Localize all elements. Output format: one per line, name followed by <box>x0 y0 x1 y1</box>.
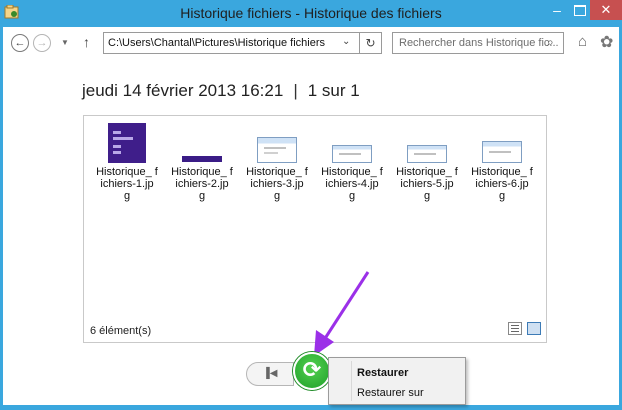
up-arrow-icon[interactable]: ↑ <box>83 34 90 50</box>
window-frame-bottom <box>0 405 622 410</box>
search-input[interactable]: Rechercher dans Historique fic... <box>392 32 564 54</box>
header-separator: | <box>293 81 298 100</box>
history-dropdown-icon[interactable]: ▼ <box>61 38 69 47</box>
file-name: Historique_ fichiers-4.jp g <box>321 166 383 202</box>
file-thumbnail <box>108 123 146 163</box>
address-bar[interactable]: C:\Users\Chantal\Pictures\Historique fic… <box>103 32 360 54</box>
page-indicator: 1 sur 1 <box>307 81 360 100</box>
close-button[interactable]: ✕ <box>590 0 622 20</box>
refresh-icon[interactable]: ↻ <box>360 32 382 54</box>
restore-button[interactable]: ⟳ <box>293 352 331 390</box>
previous-version-button[interactable]: ▐◀ <box>246 362 294 386</box>
gear-icon[interactable]: ✿ <box>600 32 613 52</box>
file-item[interactable]: Historique_ fichiers-5.jp g <box>396 123 458 202</box>
file-item[interactable]: Historique_ fichiers-4.jp g <box>321 123 383 202</box>
menu-item-restore[interactable]: Restaurer <box>357 367 408 379</box>
large-icons-view-icon[interactable] <box>527 322 541 335</box>
annotation-arrow <box>314 271 370 356</box>
address-dropdown-icon[interactable]: ⌄ <box>342 36 350 47</box>
file-thumbnail <box>182 156 222 162</box>
file-item[interactable]: Historique_ fichiers-6.jp g <box>471 123 533 202</box>
file-item[interactable]: Historique_ fichiers-1.jp g <box>96 123 158 202</box>
file-thumbnail <box>407 145 447 163</box>
window-frame-left <box>0 27 3 410</box>
file-item[interactable]: Historique_ fichiers-2.jp g <box>171 123 233 202</box>
file-name: Historique_ fichiers-1.jp g <box>96 166 158 202</box>
forward-arrow-icon[interactable]: → <box>33 34 51 52</box>
minimize-button[interactable]: – <box>545 3 569 21</box>
maximize-button[interactable] <box>569 1 591 21</box>
title-bar: Historique fichiers - Historique des fic… <box>0 0 622 27</box>
backup-header: jeudi 14 février 2013 16:21 | 1 sur 1 <box>82 81 360 101</box>
menu-gutter <box>351 361 352 401</box>
search-icon[interactable]: ⌕ <box>547 35 554 50</box>
file-name: Historique_ fichiers-6.jp g <box>471 166 533 202</box>
file-name: Historique_ fichiers-5.jp g <box>396 166 458 202</box>
file-item[interactable]: Historique_ fichiers-3.jp g <box>246 123 308 202</box>
backup-date: jeudi 14 février 2013 16:21 <box>82 81 284 100</box>
file-name: Historique_ fichiers-3.jp g <box>246 166 308 202</box>
file-name: Historique_ fichiers-2.jp g <box>171 166 233 202</box>
menu-item-restore-to[interactable]: Restaurer sur <box>357 387 424 399</box>
window-title: Historique fichiers - Historique des fic… <box>180 5 442 21</box>
item-count: 6 élément(s) <box>90 325 152 337</box>
file-thumbnail <box>257 137 297 163</box>
file-thumbnail <box>332 145 372 163</box>
file-thumbnail <box>482 141 522 163</box>
back-arrow-icon[interactable]: ← <box>11 34 29 52</box>
navigation-bar: ← → ▼ ↑ C:\Users\Chantal\Pictures\Histor… <box>3 27 619 61</box>
home-icon[interactable]: ⌂ <box>578 33 587 50</box>
details-view-icon[interactable] <box>508 322 522 335</box>
restore-context-menu: Restaurer Restaurer sur <box>328 357 466 405</box>
